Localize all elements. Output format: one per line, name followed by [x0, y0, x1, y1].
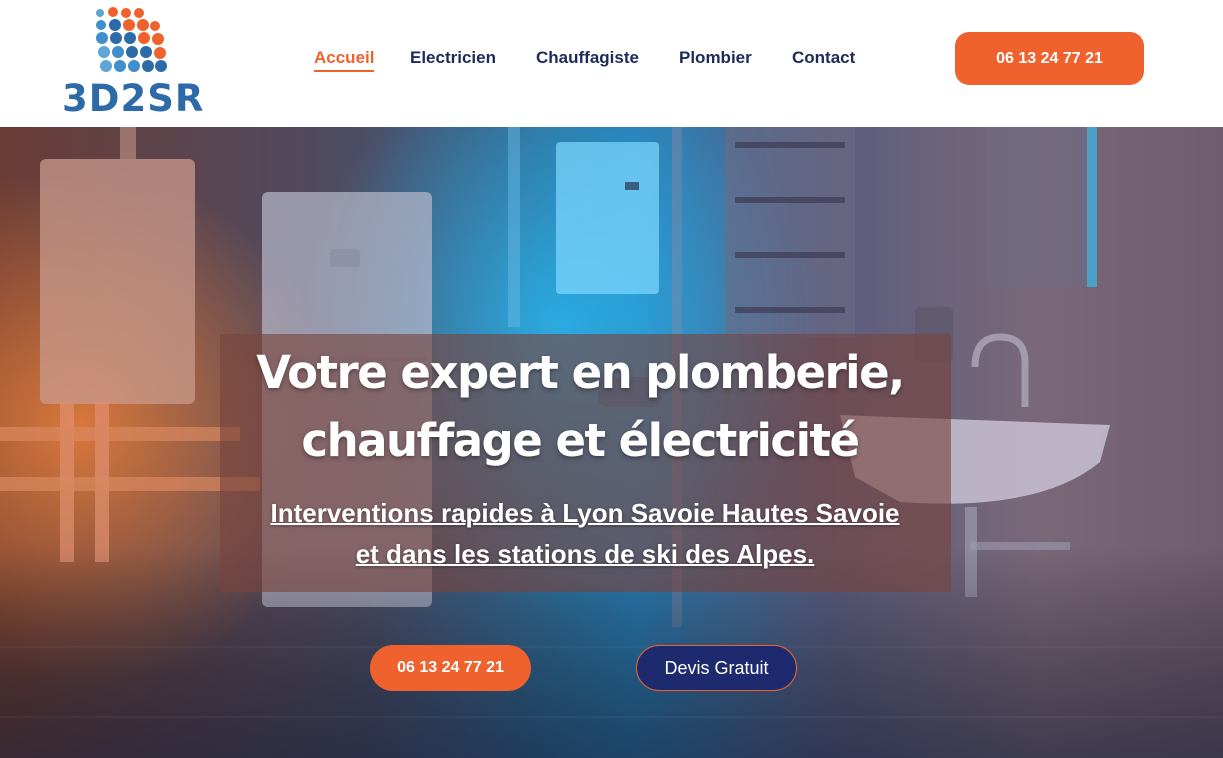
- header-phone-button[interactable]: 06 13 24 77 21: [955, 32, 1144, 85]
- hero-subtitle: Interventions rapides à Lyon Savoie Haut…: [200, 493, 970, 575]
- nav-item-plombier[interactable]: Plombier: [679, 46, 752, 70]
- hero-phone-button[interactable]: 06 13 24 77 21: [370, 645, 531, 691]
- nav-item-chauffagiste[interactable]: Chauffagiste: [536, 46, 639, 70]
- hero-subtitle-line: Interventions rapides à Lyon Savoie Haut…: [270, 498, 900, 528]
- nav-item-electricien[interactable]: Electricien: [410, 46, 496, 70]
- free-quote-button[interactable]: Devis Gratuit: [636, 645, 797, 691]
- hero-title: Votre expert en plomberie, chauffage et …: [200, 339, 960, 475]
- nav-item-accueil[interactable]: Accueil: [314, 46, 375, 72]
- logo[interactable]: 3D2SR: [62, 4, 207, 120]
- hero-title-line: chauffage et électricité: [301, 414, 860, 467]
- logo-wordmark: 3D2SR: [62, 77, 205, 120]
- logo-dots-icon: [96, 7, 167, 72]
- nav-item-contact[interactable]: Contact: [792, 46, 855, 70]
- hero-subtitle-line: et dans les stations de ski des Alpes.: [355, 539, 815, 569]
- site-header: 3D2SR Accueil Electricien Chauffagiste P…: [0, 0, 1223, 127]
- hero-section: Votre expert en plomberie, chauffage et …: [0, 127, 1223, 758]
- hero-title-line: Votre expert en plomberie,: [256, 346, 905, 399]
